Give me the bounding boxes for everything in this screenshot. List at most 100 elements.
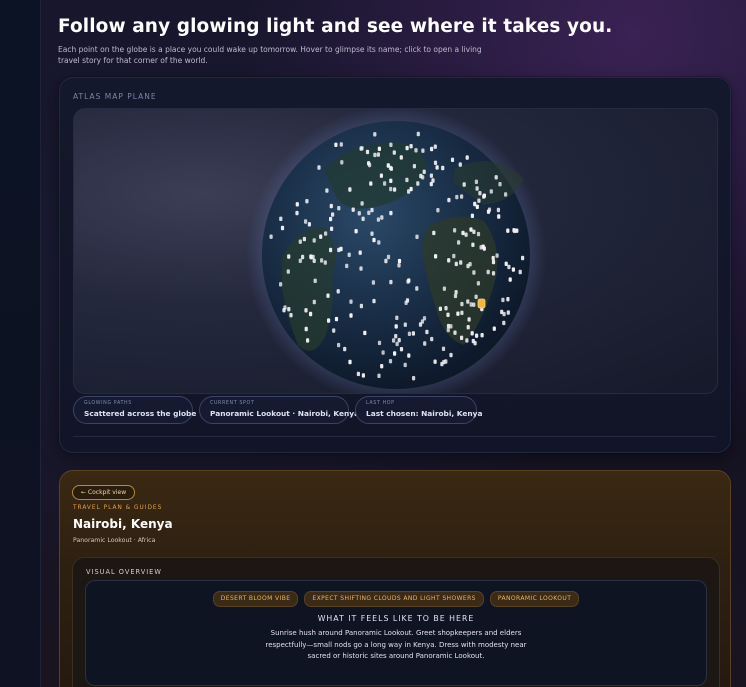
location-marker-icon[interactable] (454, 261, 458, 267)
location-marker-icon[interactable] (474, 179, 478, 184)
location-marker-icon[interactable] (420, 319, 424, 324)
location-marker-icon[interactable] (312, 299, 316, 305)
location-marker-icon[interactable] (447, 258, 451, 263)
location-marker-icon[interactable] (433, 160, 438, 165)
location-marker-icon[interactable] (323, 260, 327, 265)
location-marker-icon[interactable] (357, 211, 361, 216)
globe-canvas[interactable] (74, 109, 717, 393)
location-marker-icon[interactable] (307, 222, 311, 227)
location-marker-icon[interactable] (377, 340, 382, 346)
location-marker-icon[interactable] (360, 201, 364, 206)
location-marker-icon[interactable] (395, 341, 399, 347)
location-marker-icon[interactable] (429, 181, 433, 187)
location-marker-icon[interactable] (430, 336, 434, 342)
location-marker-icon[interactable] (295, 202, 299, 207)
location-marker-icon[interactable] (502, 320, 506, 326)
location-marker-icon[interactable] (356, 371, 360, 377)
location-marker-icon[interactable] (372, 298, 376, 304)
location-marker-icon[interactable] (326, 293, 330, 298)
location-marker-icon[interactable] (436, 208, 440, 213)
location-marker-icon[interactable] (304, 308, 308, 313)
location-marker-icon[interactable] (494, 175, 498, 180)
location-marker-icon[interactable] (380, 364, 384, 369)
location-marker-icon[interactable] (440, 361, 444, 367)
location-marker-icon[interactable] (441, 346, 446, 351)
location-marker-icon[interactable] (508, 277, 512, 282)
location-marker-icon[interactable] (302, 236, 306, 242)
location-marker-icon[interactable] (502, 311, 506, 317)
location-marker-icon[interactable] (347, 252, 351, 257)
location-marker-icon[interactable] (506, 310, 510, 315)
location-marker-icon[interactable] (480, 333, 484, 338)
location-marker-icon[interactable] (491, 271, 496, 276)
location-marker-icon[interactable] (446, 327, 450, 333)
location-marker-icon[interactable] (470, 331, 474, 336)
location-marker-icon[interactable] (498, 182, 502, 187)
location-marker-icon[interactable] (388, 359, 393, 364)
location-marker-icon[interactable] (365, 149, 370, 155)
location-marker-icon[interactable] (478, 191, 482, 196)
location-marker-icon[interactable] (327, 318, 331, 323)
location-marker-icon[interactable] (279, 282, 283, 287)
location-marker-icon[interactable] (462, 182, 466, 187)
location-marker-icon[interactable] (343, 346, 347, 352)
location-marker-icon[interactable] (298, 239, 302, 244)
location-marker-icon[interactable] (453, 293, 458, 299)
location-marker-icon[interactable] (457, 240, 461, 245)
location-marker-icon[interactable] (473, 341, 477, 346)
location-marker-icon[interactable] (423, 341, 427, 346)
location-marker-icon[interactable] (376, 152, 380, 157)
location-marker-icon[interactable] (415, 286, 419, 291)
location-marker-icon[interactable] (495, 253, 499, 258)
location-marker-icon[interactable] (295, 210, 299, 216)
location-marker-icon[interactable] (361, 373, 365, 378)
location-marker-icon[interactable] (309, 311, 313, 317)
location-marker-icon[interactable] (453, 330, 457, 335)
location-marker-icon[interactable] (513, 228, 517, 234)
location-marker-icon[interactable] (407, 353, 411, 358)
location-marker-icon[interactable] (471, 242, 475, 247)
location-marker-icon[interactable] (470, 213, 474, 218)
location-marker-icon[interactable] (442, 286, 446, 291)
location-marker-icon[interactable] (482, 193, 486, 198)
location-marker-icon[interactable] (377, 240, 381, 245)
location-marker-icon[interactable] (430, 146, 434, 152)
location-marker-icon[interactable] (412, 376, 416, 381)
location-marker-icon[interactable] (337, 247, 341, 253)
location-marker-icon[interactable] (487, 207, 492, 212)
location-marker-icon[interactable] (511, 267, 515, 272)
location-marker-icon[interactable] (433, 144, 437, 149)
location-marker-icon[interactable] (446, 323, 451, 329)
location-marker-icon[interactable] (467, 317, 471, 322)
location-marker-icon[interactable] (476, 281, 480, 286)
location-marker-icon[interactable] (386, 254, 391, 260)
location-marker-icon[interactable] (367, 210, 371, 215)
location-marker-icon[interactable] (394, 334, 398, 339)
location-marker-icon[interactable] (312, 238, 316, 243)
location-marker-icon[interactable] (340, 160, 344, 165)
location-marker-icon[interactable] (279, 216, 283, 221)
location-marker-icon[interactable] (389, 186, 393, 192)
location-marker-icon[interactable] (438, 306, 442, 311)
location-marker-icon[interactable] (317, 165, 321, 170)
location-marker-icon[interactable] (416, 131, 420, 137)
location-marker-icon[interactable] (334, 316, 339, 322)
location-marker-icon[interactable] (351, 207, 355, 212)
location-marker-icon[interactable] (409, 186, 413, 192)
location-marker-icon[interactable] (345, 263, 349, 269)
location-marker-icon[interactable] (331, 212, 335, 217)
location-marker-icon[interactable] (393, 187, 397, 192)
location-marker-icon[interactable] (370, 207, 374, 213)
location-marker-icon[interactable] (472, 270, 476, 275)
location-marker-icon[interactable] (469, 227, 473, 232)
location-marker-icon[interactable] (435, 165, 439, 170)
location-marker-icon[interactable] (433, 359, 437, 364)
location-marker-icon[interactable] (332, 328, 336, 333)
location-marker-icon[interactable] (504, 192, 508, 197)
location-marker-icon[interactable] (384, 258, 388, 264)
location-marker-icon[interactable] (376, 217, 380, 222)
location-marker-icon[interactable] (319, 234, 323, 239)
location-marker-icon[interactable] (282, 308, 286, 313)
location-marker-icon[interactable] (380, 215, 384, 220)
location-marker-icon[interactable] (460, 335, 464, 340)
